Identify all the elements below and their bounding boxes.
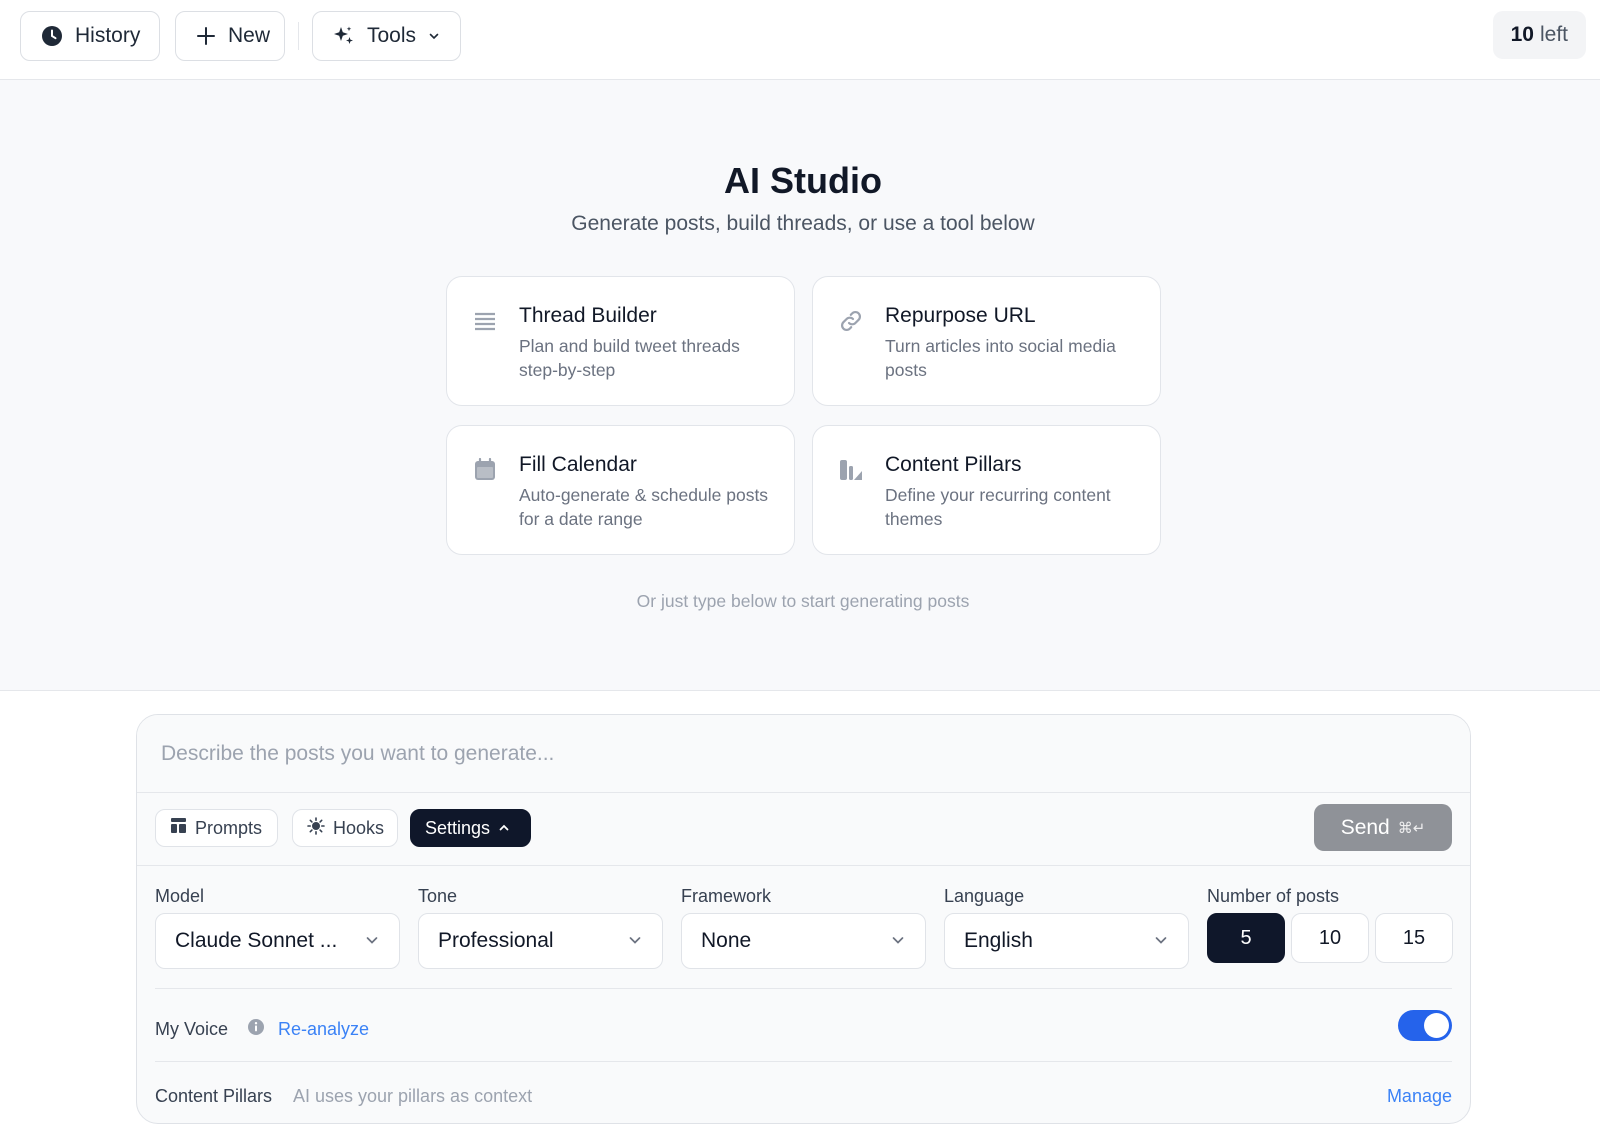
calendar-icon [473,457,497,487]
chevron-up-icon [498,818,510,839]
tool-card-thread-builder[interactable]: Thread Builder Plan and build tweet thre… [446,276,795,406]
my-voice-label: My Voice [155,1019,229,1039]
quota-count: 10 [1510,23,1534,46]
tool-card-description: Turn articles into social media posts [885,336,1116,380]
reanalyze-link[interactable]: Re-analyze [278,1019,369,1040]
framework-select[interactable]: None [681,913,926,969]
tone-value: Professional [438,929,554,952]
new-label: New [228,24,271,47]
prompts-label: Prompts [195,817,263,838]
framework-value: None [701,929,752,952]
tool-card-title: Fill Calendar [519,453,637,476]
tool-card-title: Repurpose URL [885,304,1036,327]
my-voice-toggle[interactable] [1398,1010,1452,1041]
new-button[interactable]: New [175,11,285,61]
toolbar-divider [298,22,299,50]
content-pillars-label: Content Pillars [155,1086,273,1106]
chevron-down-icon [428,30,440,42]
chevron-down-icon [365,929,379,953]
post-count-option-5[interactable]: 5 [1207,913,1285,963]
plus-icon [196,26,216,46]
tool-card-description: Auto-generate & schedule posts for a dat… [519,485,769,529]
clock-icon [41,25,63,47]
prompt-input[interactable] [137,715,1470,793]
hooks-label: Hooks [333,817,385,838]
studio-hero: AI Studio Generate posts, build threads,… [0,80,1600,691]
toggle-knob [1424,1013,1449,1038]
history-button[interactable]: History [20,11,160,61]
usage-quota-badge: 10 left [1492,11,1586,59]
tools-label: Tools [367,24,417,47]
tool-card-description: Define your recurring content themes [885,485,1111,529]
link-icon [839,309,863,338]
post-count-option-10[interactable]: 10 [1291,913,1369,963]
lightbulb-icon [307,816,325,840]
language-value: English [964,929,1033,952]
language-select[interactable]: English [944,913,1189,969]
post-count-option-15[interactable]: 15 [1375,913,1453,963]
tool-card-title: Thread Builder [519,304,657,327]
page-title: AI Studio [724,160,882,201]
settings-toggle-button[interactable]: Settings [410,809,531,847]
hooks-button[interactable]: Hooks [292,809,398,847]
tone-select[interactable]: Professional [418,913,663,969]
prompts-button[interactable]: Prompts [155,809,278,847]
pillars-icon [839,458,863,487]
chevron-down-icon [628,929,642,953]
tool-card-fill-calendar[interactable]: Fill Calendar Auto-generate & schedule p… [446,425,795,555]
sparkles-icon [333,25,355,47]
quota-suffix: left [1539,23,1568,46]
settings-label: Settings [425,817,491,838]
post-composer: Prompts Hooks Settings Send ⌘↵ Model Cla… [136,714,1471,1124]
chevron-down-icon [1154,929,1168,953]
page-subtitle: Generate posts, build threads, or use a … [571,212,1035,235]
layout-icon [170,817,187,839]
chevron-down-icon [891,929,905,953]
info-icon[interactable] [247,1018,265,1041]
tool-card-repurpose-url[interactable]: Repurpose URL Turn articles into social … [812,276,1161,406]
manage-pillars-link[interactable]: Manage [1387,1086,1452,1107]
language-label: Language [944,886,1025,906]
post-count-label: Number of posts [1207,886,1340,906]
framework-label: Framework [681,886,772,906]
pillars-divider [155,1061,1452,1062]
send-label: Send [1340,815,1390,839]
tone-label: Tone [418,886,458,906]
top-bar: History New Tools 10 left [0,0,1600,80]
send-button[interactable]: Send ⌘↵ [1314,804,1452,851]
start-hint: Or just type below to start generating p… [636,591,970,611]
settings-divider [137,865,1470,866]
list-icon [473,309,497,338]
tools-dropdown[interactable]: Tools [312,11,461,61]
tool-card-description: Plan and build tweet threads step-by-ste… [519,336,740,380]
send-shortcut: ⌘↵ [1397,818,1426,837]
model-select[interactable]: Claude Sonnet ... [155,913,400,969]
tool-card-content-pillars[interactable]: Content Pillars Define your recurring co… [812,425,1161,555]
tool-card-title: Content Pillars [885,453,1022,476]
model-label: Model [155,886,205,906]
content-pillars-description: AI uses your pillars as context [293,1086,533,1106]
voice-divider [155,988,1452,989]
history-label: History [75,24,141,47]
model-value: Claude Sonnet ... [175,929,338,952]
